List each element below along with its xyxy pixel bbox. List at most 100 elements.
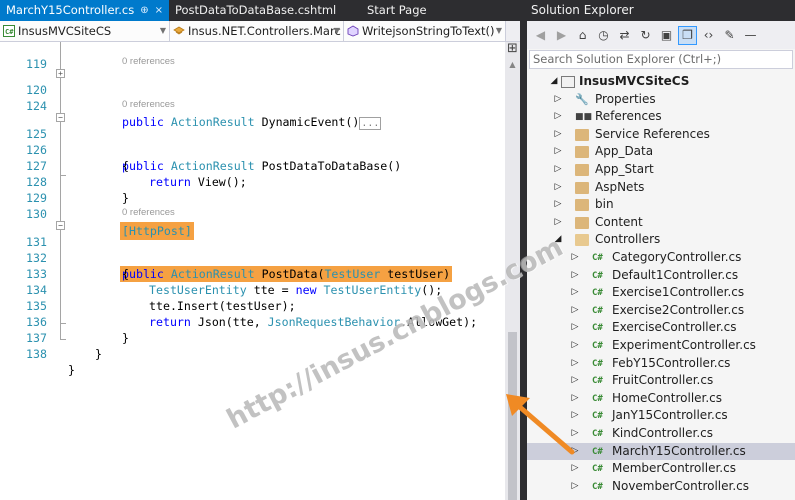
tree-item-label: Exercise2Controller.cs (612, 302, 745, 317)
type-dropdown[interactable]: Insus.NET.Controllers.Marc ▼ (170, 21, 344, 41)
project-dropdown[interactable]: C# InsusMVCSiteCS ▼ (0, 21, 170, 41)
collapsed-arrow-icon[interactable]: ▷ (570, 284, 580, 302)
tree-item-file[interactable]: ▷ C# FebY15Controller.cs (527, 355, 795, 373)
refresh-icon[interactable]: ↻ (636, 26, 655, 45)
tree-item-app-data[interactable]: ▷ App_Data (527, 143, 795, 161)
folder-icon (575, 128, 589, 141)
tree-item-label: Service References (595, 126, 710, 141)
expanded-icon[interactable]: ◢ (549, 73, 559, 91)
collapsed-arrow-icon[interactable]: ▷ (570, 319, 580, 337)
tree-item-properties[interactable]: ▷ 🔧 Properties (527, 91, 795, 109)
code-line: 134 tte.Insert(testUser); (0, 266, 505, 313)
close-icon[interactable]: × (155, 0, 163, 21)
csharp-file-icon: C# (592, 253, 603, 263)
code-line: 127 return View(); (0, 142, 505, 189)
tree-item-content[interactable]: ▷ Content (527, 214, 795, 232)
sync-icon[interactable]: ⇄ (615, 26, 634, 45)
collapsed-arrow-icon[interactable]: ▷ (553, 108, 563, 126)
tree-item-controllers[interactable]: ◢ Controllers (527, 231, 795, 249)
collapsed-arrow-icon[interactable]: ▷ (570, 355, 580, 373)
tree-item-label: KindController.cs (612, 426, 714, 440)
project-node[interactable]: ◢ InsusMVCSiteCS (527, 73, 795, 91)
csharp-file-icon: C# (592, 323, 603, 334)
home-icon[interactable]: ⌂ (573, 26, 592, 45)
tab-postdatatodatabase[interactable]: PostDataToDataBase.cshtml (169, 0, 359, 21)
code-line: 133 TestUserEntity tte = new TestUserEnt… (0, 250, 505, 297)
tree-item-file[interactable]: ▷ C# Exercise1Controller.cs (527, 284, 795, 302)
method-icon (347, 25, 359, 37)
properties-wrench-icon[interactable]: ✎ (720, 26, 739, 45)
code-surface[interactable]: 119 0 references 120 + public ActionResu… (0, 42, 520, 500)
tab-label: PostDataToDataBase.cshtml (174, 3, 337, 17)
collapsed-arrow-icon[interactable]: ▷ (553, 91, 563, 109)
forward-icon[interactable]: ▶ (552, 26, 571, 45)
csharp-file-icon: C# (592, 305, 603, 316)
collapsed-arrow-icon[interactable]: ▷ (553, 179, 563, 197)
tree-item-label: Exercise1Controller.cs (612, 285, 745, 300)
csharp-file-icon: C# (592, 358, 603, 369)
editor-split-icon[interactable] (506, 21, 520, 41)
tree-item-file[interactable]: ▷ C# ExperimentController.cs (527, 337, 795, 355)
tree-item-file[interactable]: ▷ C# CategoryController.cs (527, 249, 795, 267)
tree-item-aspnets[interactable]: ▷ AspNets (527, 179, 795, 197)
code-line: 124 (0, 82, 505, 113)
collapse-icon[interactable]: ▣ (657, 26, 676, 45)
code-line: 119 (0, 40, 505, 71)
tree-item-service-references[interactable]: ▷ Service References (527, 126, 795, 144)
collapsed-arrow-icon[interactable]: ▷ (553, 214, 563, 232)
collapsed-arrow-icon[interactable]: ▷ (553, 161, 563, 179)
svg-text:C#: C# (5, 28, 14, 36)
type-name: Insus.NET.Controllers.Marc (188, 24, 341, 38)
csharp-file-icon: C# (592, 341, 603, 351)
tab-marchy15controller[interactable]: MarchY15Controller.cs ⊕ × (0, 0, 169, 21)
tree-item-bin[interactable]: ▷ bin (527, 196, 795, 214)
search-input[interactable]: Search Solution Explorer (Ctrl+;) (529, 50, 793, 69)
tree-item-references[interactable]: ▷ ■■ References (527, 108, 795, 126)
folder-icon (575, 216, 589, 229)
collapsed-arrow-icon[interactable]: ▷ (570, 337, 580, 355)
tab-label: MarchY15Controller.cs (6, 3, 135, 17)
collapsed-arrow-icon[interactable]: ▷ (553, 196, 563, 214)
tab-label: Start Page (366, 3, 427, 17)
collapse-icon[interactable]: − (56, 113, 65, 122)
tree-item-file[interactable]: ▷ C# MemberController.cs (527, 460, 795, 478)
collapsed-arrow-icon[interactable]: ▷ (570, 249, 580, 267)
csharp-project-icon: C# (3, 25, 15, 37)
history-icon[interactable]: ◷ (594, 26, 613, 45)
tree-item-app-start[interactable]: ▷ App_Start (527, 161, 795, 179)
tree-item-file[interactable]: ▷ C# NovemberController.cs (527, 478, 795, 496)
member-dropdown[interactable]: WritejsonStringToText() ▼ (344, 21, 506, 41)
panel-title: Solution Explorer (527, 0, 795, 21)
collapsed-arrow-icon[interactable]: ▷ (570, 302, 580, 320)
collapse-icon[interactable]: − (56, 221, 65, 230)
tree-item-file[interactable]: ▷ C# Default1Controller.cs (527, 267, 795, 285)
collapsed-arrow-icon[interactable]: ▷ (553, 126, 563, 144)
collapsed-arrow-icon[interactable]: ▷ (570, 460, 580, 478)
tree-item-label: Content (595, 214, 643, 229)
collapsed-arrow-icon[interactable]: ▷ (570, 267, 580, 285)
collapsed-arrow-icon[interactable]: ▷ (570, 478, 580, 496)
tree-item-file[interactable]: ▷ C# ExerciseController.cs (527, 319, 795, 337)
scroll-up-icon[interactable]: ▲ (507, 60, 518, 70)
tree-item-file[interactable]: ▷ C# Exercise2Controller.cs (527, 302, 795, 320)
csharp-file-icon: C# (592, 464, 603, 475)
tab-start-page[interactable]: Start Page (359, 0, 433, 21)
code-view-icon[interactable]: ‹› (699, 26, 718, 45)
expand-icon[interactable]: + (56, 69, 65, 78)
codelens-references[interactable]: 0 references (122, 207, 175, 218)
tree-item-label: HomeController.cs (612, 390, 723, 405)
pin-icon[interactable]: — (741, 26, 760, 45)
back-icon[interactable]: ◀ (531, 26, 550, 45)
tree-item-label: Default1Controller.cs (612, 267, 739, 282)
codelens-references[interactable]: 0 references (122, 99, 175, 110)
pin-icon[interactable]: ⊕ (140, 0, 148, 21)
collapsed-arrow-icon[interactable]: ▷ (553, 143, 563, 161)
split-window-icon[interactable]: ⊞ (506, 42, 519, 57)
wrench-icon: 🔧 (575, 92, 589, 106)
tree-item-label: ExerciseController.cs (612, 320, 737, 335)
expanded-icon[interactable]: ◢ (553, 231, 563, 249)
code-line: 125 − public ActionResult PostDataToData… (0, 110, 505, 173)
show-all-files-icon[interactable]: ❐ (678, 25, 697, 45)
chevron-down-icon: ▼ (159, 26, 166, 35)
project-label: InsusMVCSiteCS (579, 74, 690, 88)
